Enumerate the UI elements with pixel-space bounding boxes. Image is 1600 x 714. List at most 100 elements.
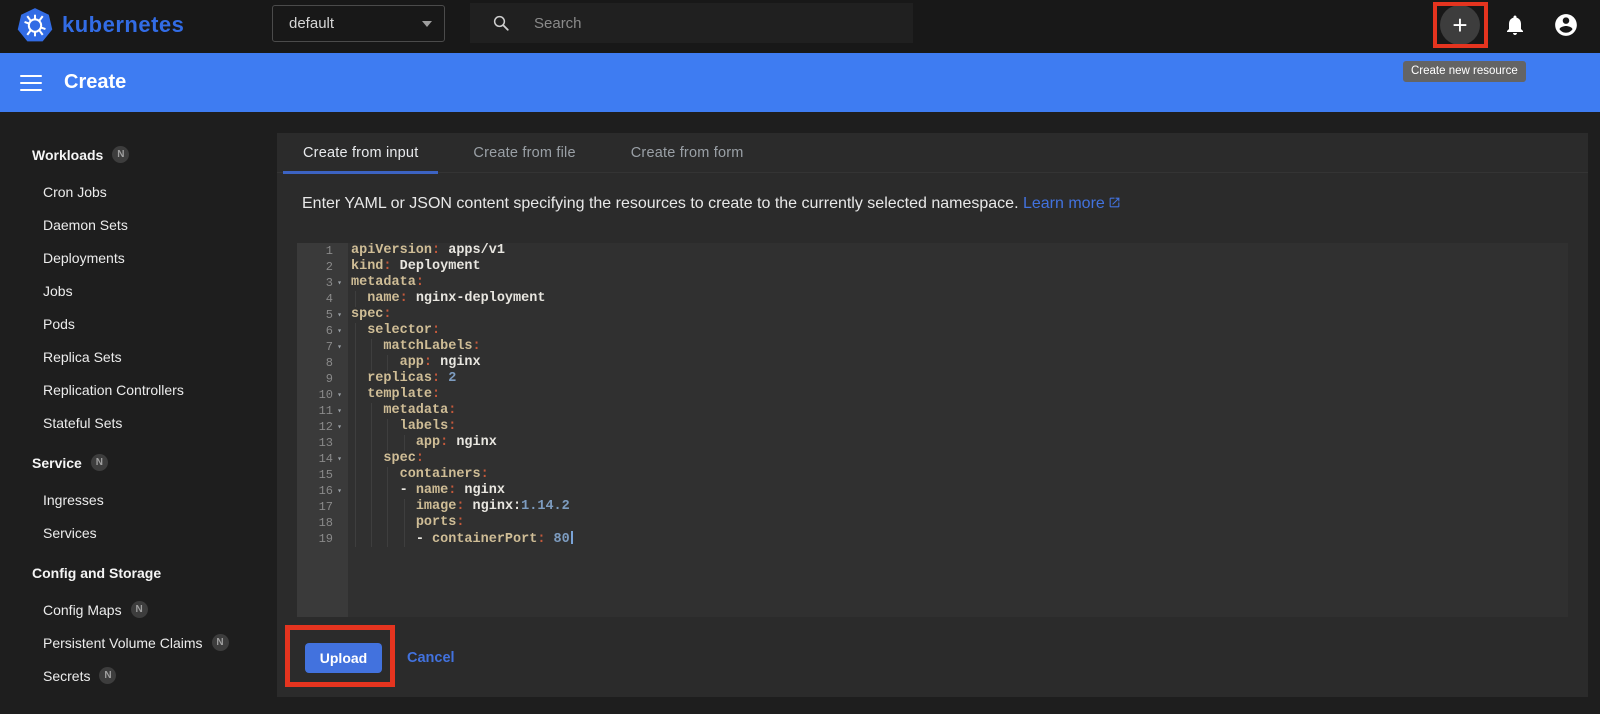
upload-button[interactable]: Upload <box>305 643 382 673</box>
sidebar-item-persistent-volume-claims[interactable]: Persistent Volume Claims N <box>0 626 277 659</box>
topbar: kubernetes default + <box>0 0 1600 53</box>
code-line-18[interactable]: ports: <box>351 515 1568 531</box>
tab-create-from-file[interactable]: Create from file <box>453 133 595 173</box>
gutter-line-7: 7 ▾ <box>297 339 346 355</box>
sidebar-section-service: Service N Ingresses Services <box>0 449 277 549</box>
tooltip-create-new-resource: Create new resource <box>1403 61 1526 82</box>
gutter-line-4: 4 <box>325 292 333 306</box>
search-input[interactable] <box>534 14 854 32</box>
code-line-15[interactable]: containers: <box>351 467 1568 483</box>
gutter-line-6: 6 ▾ <box>297 323 346 339</box>
gutter-line-9: 9 <box>325 372 333 386</box>
namespaced-badge: N <box>130 601 148 618</box>
notifications-bell-icon[interactable] <box>1503 13 1527 37</box>
sidebar-item-replica-sets[interactable]: Replica Sets <box>0 340 277 373</box>
sidebar-item-daemon-sets[interactable]: Daemon Sets <box>0 208 277 241</box>
gutter-line-13: 13 <box>318 436 333 450</box>
editor-gutter: 1 2 3 ▾ 4 5 ▾ 6 ▾ 7 ▾ 8 9 10 ▾ 11 ▾ 12 ▾ 13 14 ▾ 15 16 ▾ 17 18 19 <box>297 243 348 617</box>
gutter-line-11: 11 ▾ <box>297 403 346 419</box>
sidebar-section-workloads: Workloads N Cron Jobs Daemon Sets Deployment… <box>0 141 277 439</box>
namespaced-badge: N <box>90 454 108 471</box>
namespaced-badge: N <box>112 146 130 163</box>
external-link-icon <box>1109 197 1120 208</box>
code-line-14[interactable]: spec: <box>351 451 1568 467</box>
tab-bar: Create from input Create from file Create … <box>277 133 1588 174</box>
gutter-line-3: 3 ▾ <box>297 275 346 291</box>
namespaced-badge: N <box>99 667 117 684</box>
gutter-line-18: 18 <box>318 516 333 530</box>
text-cursor <box>570 531 573 544</box>
gutter-line-5: 5 ▾ <box>297 307 346 323</box>
fold-arrow-icon[interactable]: ▾ <box>333 486 346 496</box>
code-line-4[interactable]: name: nginx-deployment <box>351 291 1568 307</box>
chevron-down-icon <box>422 20 432 27</box>
search-icon <box>493 15 509 31</box>
sidebar-item-stateful-sets[interactable]: Stateful Sets <box>0 406 277 439</box>
code-line-19[interactable]: - containerPort: 80 <box>351 531 1568 547</box>
code-line-16[interactable]: - name: nginx <box>351 483 1568 499</box>
fold-arrow-icon[interactable]: ▾ <box>333 422 346 432</box>
namespaced-badge: N <box>211 634 229 651</box>
code-line-13[interactable]: app: nginx <box>351 435 1568 451</box>
fold-arrow-icon[interactable]: ▾ <box>333 406 346 416</box>
fold-arrow-icon[interactable]: ▾ <box>333 310 346 320</box>
fold-arrow-icon[interactable]: ▾ <box>333 326 346 336</box>
sidebar-item-deployments[interactable]: Deployments <box>0 241 277 274</box>
code-line-1[interactable]: apiVersion: apps/v1 <box>351 243 1568 259</box>
sidebar: Workloads N Cron Jobs Daemon Sets Deployment… <box>0 112 277 714</box>
gutter-line-1: 1 <box>325 244 333 258</box>
learn-more-link[interactable]: Learn more <box>1023 195 1121 212</box>
code-line-3[interactable]: metadata: <box>351 275 1568 291</box>
fold-arrow-icon[interactable]: ▾ <box>333 390 346 400</box>
gutter-line-2: 2 <box>325 260 333 274</box>
sidebar-item-secrets[interactable]: Secrets N <box>0 659 277 692</box>
code-line-8[interactable]: app: nginx <box>351 355 1568 371</box>
instruction-text: Enter YAML or JSON content specifying th… <box>302 195 1121 213</box>
page-title: Create <box>64 71 127 93</box>
namespace-selector[interactable]: default <box>272 5 445 42</box>
gutter-line-19: 19 <box>318 532 333 546</box>
cancel-button[interactable]: Cancel <box>399 643 463 673</box>
gutter-line-8: 8 <box>325 356 333 370</box>
gutter-line-15: 15 <box>318 468 333 482</box>
sidebar-item-jobs[interactable]: Jobs <box>0 274 277 307</box>
code-line-12[interactable]: labels: <box>351 419 1568 435</box>
account-circle-icon[interactable] <box>1553 12 1579 38</box>
gutter-line-12: 12 ▾ <box>297 419 346 435</box>
sidebar-header-config-and-storage[interactable]: Config and Storage <box>0 559 277 586</box>
app-bar: Create <box>0 53 1600 112</box>
code-line-10[interactable]: template: <box>351 387 1568 403</box>
fold-arrow-icon[interactable]: ▾ <box>333 454 346 464</box>
yaml-editor[interactable]: 1 2 3 ▾ 4 5 ▾ 6 ▾ 7 ▾ 8 9 10 ▾ 11 ▾ 12 ▾ 13 14 ▾ 15 16 ▾ 17 18 19 a… <box>297 243 1568 617</box>
code-line-11[interactable]: metadata: <box>351 403 1568 419</box>
search-bar[interactable] <box>470 3 913 43</box>
tab-create-from-input[interactable]: Create from input <box>283 133 439 174</box>
fold-arrow-icon[interactable]: ▾ <box>333 342 346 352</box>
code-line-7[interactable]: matchLabels: <box>351 339 1568 355</box>
sidebar-item-services[interactable]: Services <box>0 516 277 549</box>
code-line-17[interactable]: image: nginx:1.14.2 <box>351 499 1568 515</box>
gutter-line-17: 17 <box>318 500 333 514</box>
code-line-2[interactable]: kind: Deployment <box>351 259 1568 275</box>
gutter-line-10: 10 ▾ <box>297 387 346 403</box>
gutter-line-14: 14 ▾ <box>297 451 346 467</box>
sidebar-header-workloads[interactable]: Workloads N <box>0 141 277 168</box>
sidebar-section-config-and-storage: Config and Storage Config Maps N Persistent… <box>0 559 277 692</box>
code-line-9[interactable]: replicas: 2 <box>351 371 1568 387</box>
sidebar-header-service[interactable]: Service N <box>0 449 277 476</box>
instruction-body: Enter YAML or JSON content specifying th… <box>302 195 1019 212</box>
kubernetes-logo-icon <box>17 8 53 42</box>
sidebar-item-ingresses[interactable]: Ingresses <box>0 483 277 516</box>
code-line-6[interactable]: selector: <box>351 323 1568 339</box>
sidebar-item-pods[interactable]: Pods <box>0 307 277 340</box>
fold-arrow-icon[interactable]: ▾ <box>333 278 346 288</box>
gutter-line-16: 16 ▾ <box>297 483 346 499</box>
editor-code-area[interactable]: apiVersion: apps/v1 kind: Deployment metad… <box>348 243 1568 617</box>
menu-hamburger-icon[interactable] <box>20 74 42 91</box>
annotation-box-plus <box>1433 2 1488 48</box>
code-line-5[interactable]: spec: <box>351 307 1568 323</box>
tab-create-from-form[interactable]: Create from form <box>611 133 764 173</box>
sidebar-item-config-maps[interactable]: Config Maps N <box>0 593 277 626</box>
sidebar-item-replication-controllers[interactable]: Replication Controllers <box>0 373 277 406</box>
sidebar-item-cron-jobs[interactable]: Cron Jobs <box>0 175 277 208</box>
